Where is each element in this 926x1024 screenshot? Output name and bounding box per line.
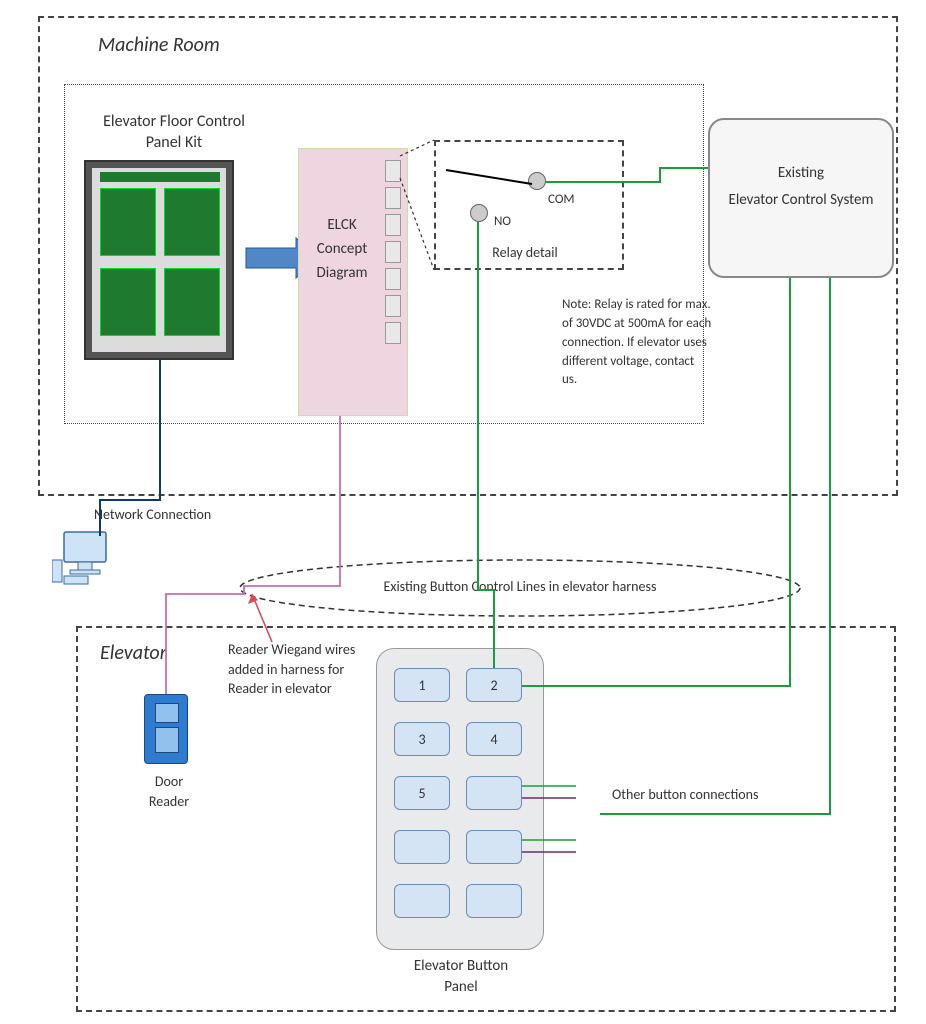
button-panel-label: Elevator Button Panel: [396, 956, 526, 998]
existing-control-label: Existing Elevator Control System: [716, 160, 886, 214]
panel-btn-2: 2: [466, 668, 522, 702]
relay-com-label: COM: [548, 192, 575, 209]
panel-btn-blank: [394, 884, 450, 918]
relay-port-icon: [385, 214, 401, 236]
relay-port-icon: [385, 268, 401, 290]
door-reader-device: [144, 694, 188, 764]
relay-port-icon: [385, 187, 401, 209]
panel-kit-image: [84, 160, 234, 360]
elck-concept-box: ELCK Concept Diagram: [298, 148, 408, 416]
relay-port-icon: [385, 160, 401, 182]
elck-label: ELCK Concept Diagram: [307, 213, 377, 285]
relay-detail-label: Relay detail: [470, 244, 580, 262]
panel-btn-blank: [466, 884, 522, 918]
panel-btn-3: 3: [394, 722, 450, 756]
harness-label: Existing Button Control Lines in elevato…: [360, 578, 680, 596]
relay-rating-note: Note: Relay is rated for max. of 30VDC a…: [562, 296, 712, 390]
panel-btn-4: 4: [466, 722, 522, 756]
relay-port-icon: [385, 295, 401, 317]
panel-btn-blank: [394, 830, 450, 864]
computer-icon: [52, 530, 110, 586]
door-reader-label: Door Reader: [134, 772, 204, 811]
panel-kit-label: Elevator Floor Control Panel Kit: [84, 112, 264, 154]
elevator-title: Elevator: [100, 640, 167, 666]
relay-no-terminal: [470, 204, 488, 222]
panel-btn-blank: [466, 776, 522, 810]
panel-btn-1: 1: [394, 668, 450, 702]
reader-wiegand-note: Reader Wiegand wires added in harness fo…: [228, 640, 368, 699]
relay-port-icon: [385, 322, 401, 344]
other-connections-label: Other button connections: [612, 786, 812, 804]
machine-room-title: Machine Room: [98, 32, 220, 58]
panel-btn-blank: [466, 830, 522, 864]
network-connection-label: Network Connection: [94, 506, 211, 524]
relay-no-label: NO: [494, 214, 511, 231]
relay-port-icon: [385, 241, 401, 263]
relay-com-terminal: [528, 172, 546, 190]
panel-btn-5: 5: [394, 776, 450, 810]
